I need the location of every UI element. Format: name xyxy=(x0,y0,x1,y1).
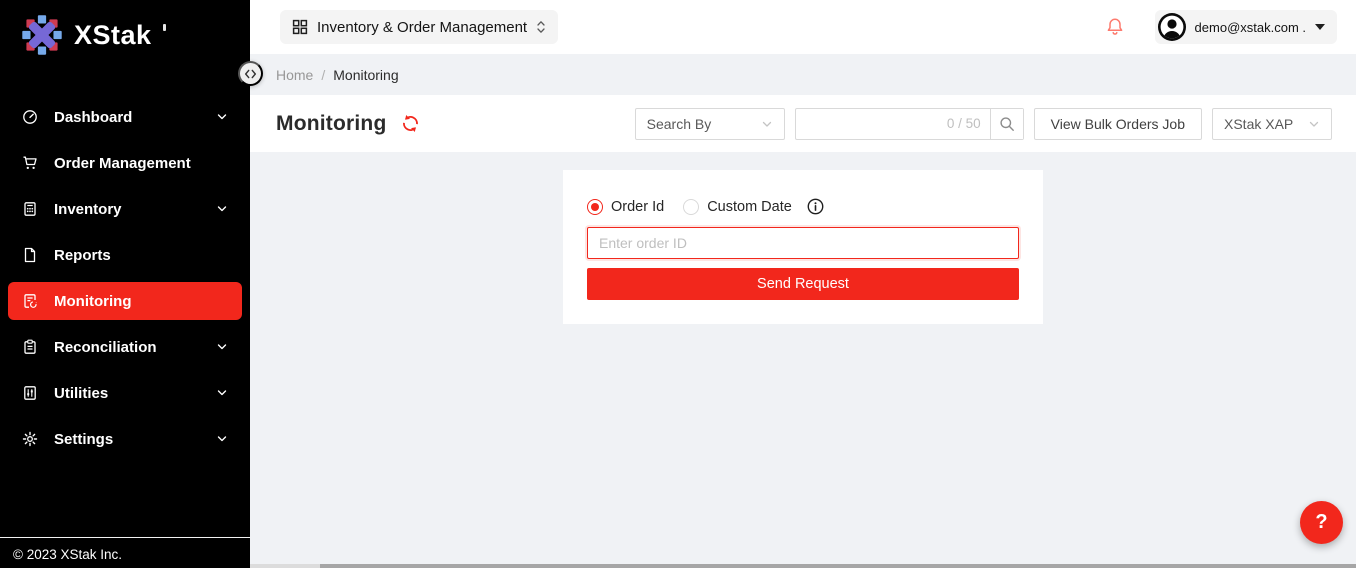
toolbar: Search By 0 / 50 View Bulk Orders Job XS… xyxy=(635,108,1332,140)
content-area: Order Id Custom Date Send Request xyxy=(250,152,1356,568)
custom-date-radio[interactable] xyxy=(683,199,699,215)
refresh-sync-icon xyxy=(401,114,420,133)
search-input[interactable] xyxy=(796,116,947,132)
order-id-radio[interactable] xyxy=(587,199,603,215)
search-icon xyxy=(999,116,1015,132)
sidebar-item-label: Reports xyxy=(54,247,111,264)
appstore-grid-icon xyxy=(292,19,308,35)
user-menu-dropdown[interactable]: demo@xstak.com . xyxy=(1155,10,1337,44)
sidebar-item-reconciliation[interactable]: Reconciliation xyxy=(8,328,242,366)
page-title: Monitoring xyxy=(276,112,386,136)
breadcrumb-current: Monitoring xyxy=(333,67,398,83)
info-circle-icon xyxy=(807,198,824,215)
chevron-down-icon xyxy=(1308,118,1320,130)
order-id-input[interactable] xyxy=(587,227,1019,259)
horizontal-scrollbar[interactable] xyxy=(250,564,1356,568)
user-email: demo@xstak.com . xyxy=(1195,20,1306,35)
gauge-icon xyxy=(22,109,38,125)
chevron-down-icon xyxy=(216,433,228,445)
sidebar-item-monitoring[interactable]: Monitoring xyxy=(8,282,242,320)
sidebar-item-reports[interactable]: Reports xyxy=(8,236,242,274)
avatar-icon xyxy=(1158,13,1186,41)
order-id-radio-label[interactable]: Order Id xyxy=(611,199,664,215)
search-submit-button[interactable] xyxy=(990,109,1023,139)
sidebar-nav: Dashboard Order Management Inventory xyxy=(0,98,250,466)
sidebar-item-label: Settings xyxy=(54,431,113,448)
search-by-select[interactable]: Search By xyxy=(635,108,785,140)
sidebar-item-label: Dashboard xyxy=(54,109,132,126)
app-switcher-dropdown[interactable]: Inventory & Order Management xyxy=(280,10,558,44)
calculator-icon xyxy=(22,201,38,217)
sidebar-item-label: Utilities xyxy=(54,385,108,402)
trademark-mark xyxy=(163,24,166,31)
bell-icon xyxy=(1105,17,1125,37)
caret-down-icon xyxy=(1315,24,1325,30)
environment-select[interactable]: XStak XAP xyxy=(1212,108,1332,140)
chevron-down-icon xyxy=(216,203,228,215)
chevron-down-icon xyxy=(216,111,228,123)
sidebar-item-utilities[interactable]: Utilities xyxy=(8,374,242,412)
sidebar-item-label: Inventory xyxy=(54,201,122,218)
sidebar-item-inventory[interactable]: Inventory xyxy=(8,190,242,228)
chevron-down-icon xyxy=(761,118,773,130)
brand-name: XStak xyxy=(74,20,152,51)
search-input-group: 0 / 50 xyxy=(795,108,1024,140)
gear-icon xyxy=(22,431,38,447)
topbar: Inventory & Order Management xyxy=(250,0,1356,54)
refresh-button[interactable] xyxy=(401,114,420,133)
page-header: Monitoring Search By xyxy=(250,95,1356,152)
breadcrumb-home-link[interactable]: Home xyxy=(276,67,313,83)
monitoring-request-card: Order Id Custom Date Send Request xyxy=(563,170,1043,324)
help-button[interactable]: ? xyxy=(1300,501,1343,544)
collapse-toggle-icon xyxy=(243,68,258,80)
sidebar-item-label: Order Management xyxy=(54,155,191,172)
breadcrumb-separator: / xyxy=(321,67,325,83)
app-switcher-label: Inventory & Order Management xyxy=(317,19,527,36)
sidebar-item-settings[interactable]: Settings xyxy=(8,420,242,458)
sidebar-item-label: Reconciliation xyxy=(54,339,157,356)
chevron-down-icon xyxy=(216,341,228,353)
send-request-button[interactable]: Send Request xyxy=(587,268,1019,300)
sliders-icon xyxy=(22,385,38,401)
main-area: Inventory & Order Management xyxy=(250,0,1356,568)
sidebar-collapse-toggle[interactable] xyxy=(238,61,263,86)
chevron-down-icon xyxy=(216,387,228,399)
clipboard-icon xyxy=(22,339,38,355)
sidebar-item-order-management[interactable]: Order Management xyxy=(8,144,242,182)
cart-icon xyxy=(22,155,38,171)
copyright-footer: © 2023 XStak Inc. xyxy=(0,537,250,568)
xstak-logo-icon xyxy=(20,13,64,57)
brand-logo[interactable]: XStak xyxy=(0,0,250,57)
document-sync-icon xyxy=(22,293,38,309)
search-by-value: Search By xyxy=(647,116,712,132)
sidebar-item-dashboard[interactable]: Dashboard xyxy=(8,98,242,136)
notifications-button[interactable] xyxy=(1105,17,1125,37)
sidebar: XStak Dashboard Order Management Invento… xyxy=(0,0,250,568)
sidebar-item-label: Monitoring xyxy=(54,293,131,310)
view-bulk-orders-button[interactable]: View Bulk Orders Job xyxy=(1034,108,1202,140)
search-char-counter: 0 / 50 xyxy=(947,116,990,131)
document-icon xyxy=(22,247,38,263)
horizontal-scrollbar-thumb[interactable] xyxy=(320,564,1356,568)
mode-radio-group: Order Id Custom Date xyxy=(587,198,1019,215)
custom-date-radio-label[interactable]: Custom Date xyxy=(707,199,792,215)
environment-value: XStak XAP xyxy=(1224,116,1293,132)
breadcrumb: Home / Monitoring xyxy=(250,54,1356,95)
updown-select-icon xyxy=(536,19,546,35)
info-button[interactable] xyxy=(807,198,824,215)
